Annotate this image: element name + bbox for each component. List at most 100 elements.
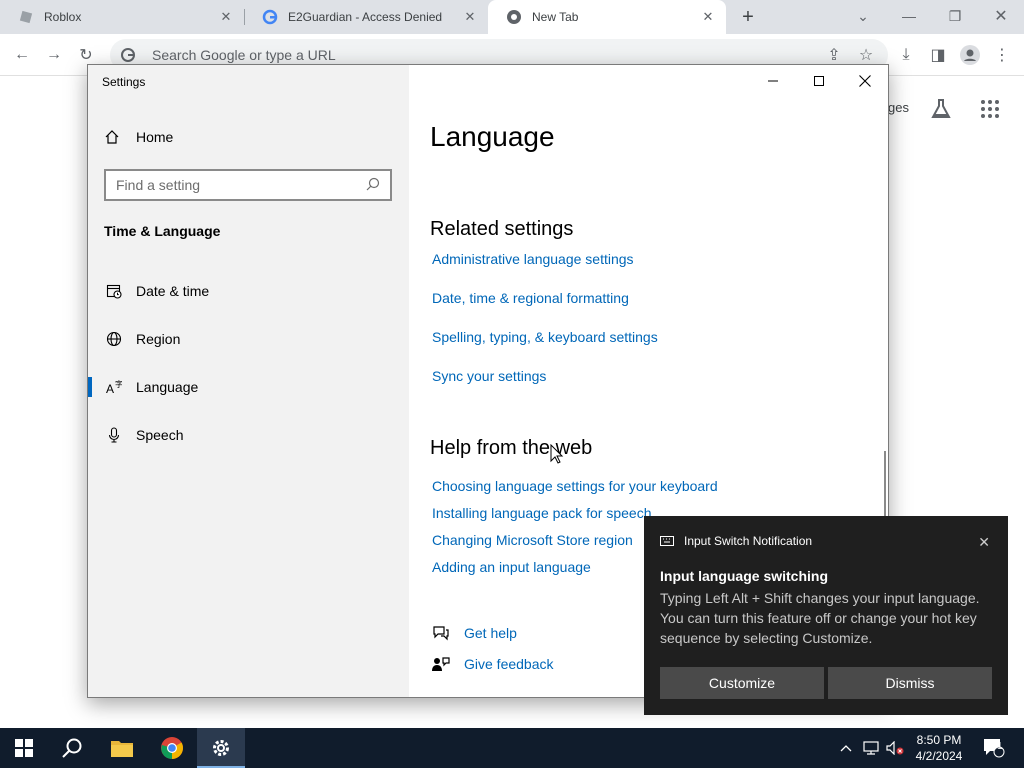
close-window-icon[interactable] [842,65,888,97]
get-help-label: Get help [464,625,517,641]
omnibox-placeholder: Search Google or type a URL [152,47,336,63]
tab-title: New Tab [532,10,579,24]
tab-title: E2Guardian - Access Denied [288,10,443,24]
toast-header: Input Switch Notification [660,534,812,548]
sidebar-item-region[interactable]: Region [88,319,409,359]
search-placeholder: Find a setting [116,177,201,193]
download-icon[interactable]: ⤓ [894,43,918,67]
volume-muted-icon[interactable] [884,728,906,768]
chrome-favicon-icon [506,9,522,25]
search-taskbar-button[interactable] [48,728,96,768]
get-help-link[interactable]: Get help [432,625,517,641]
sidebar-item-speech[interactable]: Speech [88,415,409,455]
windows-taskbar: 8:50 PM 4/2/2024 1 [0,728,1024,768]
restore-browser-icon[interactable]: ❐ [932,0,978,32]
settings-taskbar-button[interactable] [197,728,245,768]
link-adding-input-language[interactable]: Adding an input language [432,559,591,575]
notification-count-badge: 1 [997,741,1003,752]
back-icon[interactable]: ← [10,43,34,67]
related-settings-heading: Related settings [430,218,574,240]
maximize-window-icon[interactable] [796,65,842,97]
toast-app-name: Input Switch Notification [684,534,813,548]
calendar-clock-icon [105,282,123,300]
dismiss-button[interactable]: Dismiss [828,667,992,699]
windows-logo-icon [15,739,33,757]
google-icon [120,47,136,63]
keyboard-icon [660,536,674,546]
browser-tab-bar: Roblox ✕ E2Guardian - Access Denied ✕ Ne… [0,0,1024,34]
feedback-icon [432,656,450,672]
sidebar-item-label: Speech [136,427,184,443]
sidebar-item-date-time[interactable]: Date & time [88,271,409,311]
link-administrative-language-settings[interactable]: Administrative language settings [432,251,634,267]
start-button[interactable] [0,728,48,768]
link-spelling-typing-keyboard-settings[interactable]: Spelling, typing, & keyboard settings [432,329,658,345]
gear-icon [213,740,229,756]
network-icon[interactable] [860,728,882,768]
mouse-cursor-icon [550,443,564,469]
close-tab-icon[interactable]: ✕ [462,9,478,25]
svg-text:A: A [106,382,114,395]
page-title: Language [430,121,555,152]
home-icon [104,129,122,145]
microphone-icon [105,426,123,444]
show-hidden-icons-chevron-icon[interactable] [836,728,856,768]
sidebar-item-label: Region [136,331,181,347]
help-from-web-heading: Help from the web [430,437,593,459]
customize-button[interactable]: Customize [660,667,824,699]
tab-roblox[interactable]: Roblox ✕ [0,0,244,34]
chrome-taskbar-button[interactable] [148,728,196,768]
window-title: Settings [102,75,146,89]
minimize-window-icon[interactable] [750,65,796,97]
action-center-button[interactable]: 1 [980,728,1008,768]
sidebar-item-label: Language [136,379,199,395]
google-favicon-icon [262,9,278,25]
close-tab-icon[interactable]: ✕ [700,9,716,25]
home-nav-item[interactable]: Home [104,129,173,145]
close-browser-icon[interactable]: ✕ [978,0,1024,32]
svg-text:字: 字 [115,379,122,389]
get-help-icon [432,625,450,641]
language-icon: A字 [105,378,123,396]
category-title: Time & Language [104,223,221,239]
link-date-time-regional-formatting[interactable]: Date, time & regional formatting [432,290,629,306]
link-sync-your-settings[interactable]: Sync your settings [432,368,546,384]
forward-icon[interactable]: → [42,43,66,67]
new-tab-button[interactable]: + [736,5,760,29]
find-setting-search-input[interactable]: Find a setting [104,169,392,201]
chrome-menu-icon[interactable]: ⋮ [990,43,1014,67]
side-panel-icon[interactable]: ◨ [926,43,950,67]
profile-avatar-icon[interactable] [958,43,982,67]
sidebar-item-language[interactable]: A字 Language [88,367,409,407]
content-scrollbar[interactable] [884,451,886,521]
input-switch-notification-toast: Input Switch Notification ✕ Input langua… [644,516,1008,715]
labs-flask-icon[interactable] [930,98,952,125]
toast-title: Input language switching [660,568,828,584]
tab-search-chevron-icon[interactable]: ⌄ [840,0,886,32]
home-label: Home [136,129,174,145]
close-tab-icon[interactable]: ✕ [218,9,234,25]
globe-icon [105,330,123,348]
link-changing-store-region[interactable]: Changing Microsoft Store region [432,532,633,548]
clock-date: 4/2/2024 [915,749,963,763]
tab-new-tab[interactable]: New Tab ✕ [488,0,726,34]
search-icon [62,738,82,758]
minimize-browser-icon[interactable]: — [886,0,932,32]
toast-close-icon[interactable]: ✕ [978,534,990,551]
roblox-favicon-icon [18,9,34,25]
tab-title: Roblox [44,10,82,24]
give-feedback-label: Give feedback [464,656,554,672]
folder-icon [111,741,133,757]
google-apps-icon[interactable] [980,99,1000,124]
give-feedback-link[interactable]: Give feedback [432,656,554,672]
sidebar-item-label: Date & time [136,283,210,299]
page-images-link-partial[interactable]: ges [888,100,909,115]
link-choosing-keyboard-language[interactable]: Choosing language settings for your keyb… [432,478,718,494]
taskbar-clock[interactable]: 8:50 PM 4/2/2024 [904,732,974,764]
link-installing-speech-pack[interactable]: Installing language pack for speech [432,505,651,521]
file-explorer-taskbar-button[interactable] [98,728,146,768]
toast-body: Typing Left Alt + Shift changes your inp… [660,590,980,646]
settings-sidebar: Settings Home Find a setting Time & Lang… [88,65,409,697]
search-icon [366,177,380,194]
tab-e2guardian[interactable]: E2Guardian - Access Denied ✕ [244,0,488,34]
